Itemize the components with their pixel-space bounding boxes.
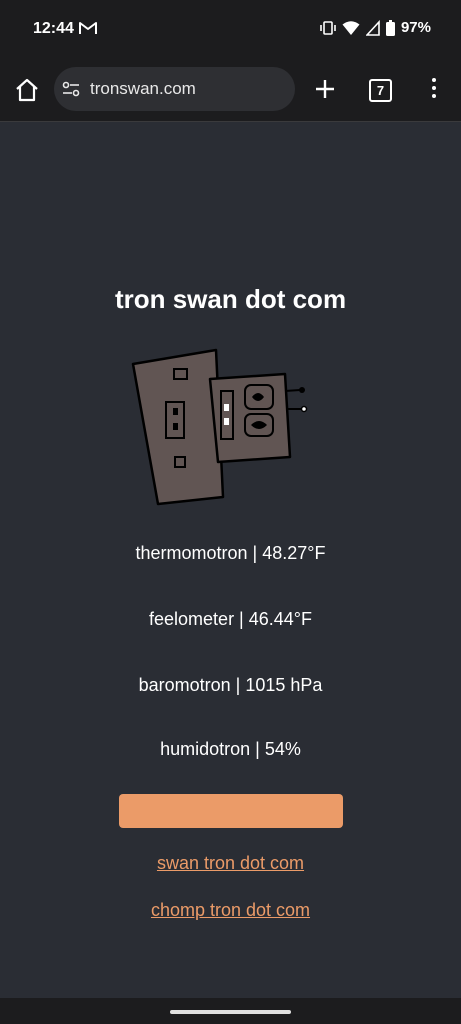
status-icons: 97% bbox=[320, 19, 431, 36]
tune-icon[interactable] bbox=[62, 80, 80, 98]
browser-toolbar: tronswan.com 7 bbox=[0, 58, 461, 122]
thermomotron-reading: thermomotron | 48.27°F bbox=[135, 543, 326, 563]
page-title: tron swan dot com bbox=[114, 284, 347, 314]
home-icon[interactable] bbox=[14, 78, 40, 102]
address-bar[interactable]: tronswan.com bbox=[54, 67, 295, 111]
action-button[interactable] bbox=[119, 794, 343, 828]
plus-icon[interactable] bbox=[313, 77, 337, 101]
page-content: tron swan dot com thermomotron | 48.27°F… bbox=[0, 122, 461, 998]
status-time: 12:44 bbox=[33, 20, 74, 37]
wifi-icon bbox=[342, 20, 360, 35]
robot-illustration bbox=[131, 348, 308, 506]
navigation-bar bbox=[0, 998, 461, 1024]
chomp-tron-link[interactable]: chomp tron dot com bbox=[0, 900, 461, 921]
more-vert-icon[interactable] bbox=[430, 78, 438, 100]
battery-percent: 97% bbox=[400, 19, 431, 36]
gmail-icon bbox=[79, 22, 97, 34]
humidotron-reading: humidotron | 54% bbox=[160, 739, 301, 759]
home-gesture-handle[interactable] bbox=[170, 1010, 291, 1014]
baromotron-reading: baromotron | 1015 hPa bbox=[138, 675, 323, 695]
tab-switcher-button[interactable]: 7 bbox=[369, 79, 392, 102]
feelometer-reading: feelometer | 46.44°F bbox=[149, 609, 312, 629]
vibrate-icon bbox=[320, 20, 336, 35]
swan-tron-link[interactable]: swan tron dot com bbox=[0, 853, 461, 874]
status-bar: 12:44 97% bbox=[0, 0, 461, 58]
url-text[interactable]: tronswan.com bbox=[90, 79, 196, 99]
signal-icon bbox=[365, 19, 380, 36]
battery-icon bbox=[385, 19, 395, 36]
